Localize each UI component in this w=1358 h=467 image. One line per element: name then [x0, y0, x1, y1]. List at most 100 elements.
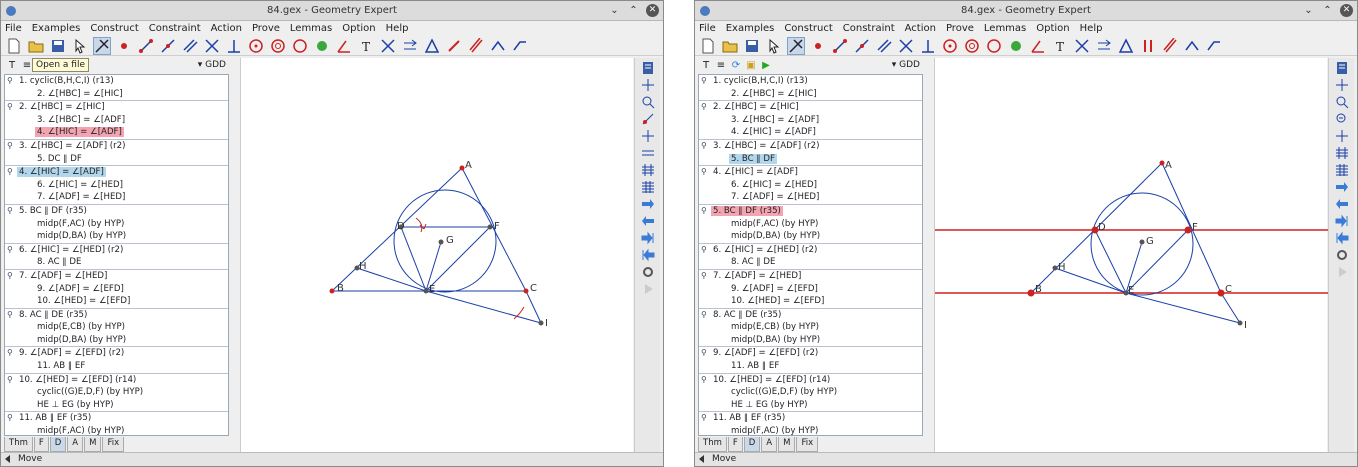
- pin-icon[interactable]: ⚲: [7, 374, 13, 387]
- step-back-icon[interactable]: [639, 247, 657, 262]
- point-A[interactable]: [1159, 160, 1165, 166]
- intersect-tool-icon[interactable]: [203, 37, 221, 55]
- menu-construct[interactable]: Construct: [784, 23, 832, 34]
- proof-substep[interactable]: 8. AC ∥ DE: [5, 256, 228, 269]
- menu-construct[interactable]: Construct: [90, 23, 138, 34]
- new-file-icon[interactable]: [699, 37, 717, 55]
- updown-tool-icon[interactable]: [1139, 37, 1157, 55]
- menu-help[interactable]: Help: [1080, 23, 1103, 34]
- proof-substep[interactable]: 2. ∠[HBC] = ∠[HIC]: [699, 88, 922, 101]
- refresh-icon[interactable]: ⟳: [730, 60, 742, 72]
- menu-option[interactable]: Option: [342, 23, 375, 34]
- perpendicular-tool-icon[interactable]: [919, 37, 937, 55]
- open-file-icon[interactable]: [27, 37, 45, 55]
- more-tools-icon[interactable]: [1205, 37, 1223, 55]
- proof-substep[interactable]: 3. ∠[HBC] = ∠[ADF]: [699, 114, 922, 127]
- proof-step[interactable]: ⚲ 2. ∠[HBC] = ∠[HIC]: [699, 101, 922, 114]
- menu-constraint[interactable]: Constraint: [843, 23, 895, 34]
- proof-substep[interactable]: cyclic((G)E,D,F) (by HYP): [5, 386, 228, 399]
- point-H[interactable]: [1052, 265, 1058, 271]
- pin-icon[interactable]: ⚲: [7, 166, 13, 179]
- play-icon[interactable]: [639, 281, 657, 296]
- point-F[interactable]: [487, 224, 493, 230]
- tab-a[interactable]: A: [761, 437, 778, 452]
- pin-icon[interactable]: ⚲: [7, 412, 13, 425]
- minimize-icon[interactable]: ⌄: [608, 4, 621, 17]
- proof-substep[interactable]: HE ⊥ EG (by HYP): [5, 399, 228, 412]
- proof-step[interactable]: ⚲ 4. ∠[HIC] = ∠[ADF]: [5, 166, 228, 179]
- proof-substep[interactable]: 6. ∠[HIC] = ∠[HED]: [5, 179, 228, 192]
- proof-substep[interactable]: 2. ∠[HBC] = ∠[HIC]: [5, 88, 228, 101]
- tab-f[interactable]: F: [33, 437, 49, 452]
- proof-substep[interactable]: 5. BC ∥ DF: [699, 153, 922, 166]
- circle-r-tool-icon[interactable]: [291, 37, 309, 55]
- tab-thm[interactable]: Thm: [698, 437, 727, 452]
- equal-icon[interactable]: [639, 145, 657, 160]
- book-icon[interactable]: [1333, 60, 1351, 75]
- close-icon[interactable]: ✕: [646, 4, 659, 17]
- proof-substep[interactable]: midp(D,BA) (by HYP): [5, 334, 228, 347]
- move-icon[interactable]: [1333, 77, 1351, 92]
- menu-lemmas[interactable]: Lemmas: [290, 23, 332, 34]
- menu-prove[interactable]: Prove: [252, 23, 280, 34]
- point-C[interactable]: [523, 288, 529, 294]
- back-icon[interactable]: [639, 213, 657, 228]
- pin-icon[interactable]: ⚲: [7, 75, 13, 88]
- polygon-fill-icon[interactable]: [1007, 37, 1025, 55]
- triangle-tool-icon[interactable]: [423, 37, 441, 55]
- pin-icon[interactable]: ⚲: [7, 205, 13, 218]
- proof-substep[interactable]: midp(F,AC) (by HYP): [699, 218, 922, 231]
- pin-icon[interactable]: ⚲: [701, 412, 707, 425]
- equal-segment-icon[interactable]: [1161, 37, 1179, 55]
- proof-substep[interactable]: 6. ∠[HIC] = ∠[HED]: [699, 179, 922, 192]
- angle-tool-icon[interactable]: [1029, 37, 1047, 55]
- theorem-icon[interactable]: T: [700, 60, 712, 72]
- step-back-icon[interactable]: [1333, 230, 1351, 245]
- proof-substep[interactable]: midp(E,CB) (by HYP): [699, 321, 922, 334]
- proof-step[interactable]: ⚲ 11. AB ∥ EF (r35): [699, 412, 922, 425]
- polygon-fill-icon[interactable]: [313, 37, 331, 55]
- proof-substep[interactable]: 3. ∠[HBC] = ∠[ADF]: [5, 114, 228, 127]
- proof-step[interactable]: ⚲ 6. ∠[HIC] = ∠[HED] (r2): [5, 244, 228, 257]
- pin-icon[interactable]: ⚲: [701, 205, 707, 218]
- proof-substep[interactable]: 7. ∠[ADF] = ∠[HED]: [5, 191, 228, 204]
- grid-fine-icon[interactable]: [639, 179, 657, 194]
- proof-substep[interactable]: 7. ∠[ADF] = ∠[HED]: [699, 191, 922, 204]
- pin-icon[interactable]: ⚲: [7, 309, 13, 322]
- tab-fix[interactable]: Fix: [796, 437, 819, 452]
- angle-mark-icon[interactable]: [489, 37, 507, 55]
- proof-substep[interactable]: midp(D,BA) (by HYP): [5, 230, 228, 243]
- triangle-tool-icon[interactable]: [1117, 37, 1135, 55]
- tab-fix[interactable]: Fix: [102, 437, 125, 452]
- tab-m[interactable]: M: [778, 437, 796, 452]
- proof-step[interactable]: ⚲ 6. ∠[HIC] = ∠[HED] (r2): [699, 244, 922, 257]
- circle-tool-icon[interactable]: [941, 37, 959, 55]
- point-B[interactable]: [1027, 289, 1035, 297]
- proof-step[interactable]: ⚲ 3. ∠[HBC] = ∠[ADF] (r2): [699, 140, 922, 153]
- select-cursor-icon[interactable]: [765, 37, 783, 55]
- pin-icon[interactable]: ⚲: [701, 270, 707, 283]
- proof-step[interactable]: ⚲ 4. ∠[HIC] = ∠[ADF]: [699, 166, 922, 179]
- point-I[interactable]: [1237, 320, 1243, 326]
- close-icon[interactable]: ✕: [1340, 4, 1353, 17]
- proof-substep[interactable]: 11. AB ∥ EF: [5, 360, 228, 373]
- tab-d[interactable]: D: [743, 437, 761, 452]
- zoom-out-icon[interactable]: [639, 111, 657, 126]
- open-file-icon[interactable]: [721, 37, 739, 55]
- intersect-tool-icon[interactable]: [897, 37, 915, 55]
- tangent-tool-icon[interactable]: [1073, 37, 1091, 55]
- select-cursor-icon[interactable]: [71, 37, 89, 55]
- prover-select[interactable]: ▾ GDD: [892, 60, 920, 70]
- proof-substep[interactable]: midp(F,AC) (by HYP): [5, 218, 228, 231]
- tab-m[interactable]: M: [84, 437, 102, 452]
- menu-action[interactable]: Action: [905, 23, 936, 34]
- point-F[interactable]: [1184, 226, 1192, 234]
- point-E[interactable]: [423, 288, 429, 294]
- proof-step[interactable]: ⚲ 3. ∠[HBC] = ∠[ADF] (r2): [5, 140, 228, 153]
- move-tool-icon[interactable]: [93, 36, 111, 55]
- proof-substep[interactable]: 4. ∠[HIC] = ∠[ADF]: [699, 126, 922, 139]
- zoom-in-icon[interactable]: [1333, 94, 1351, 109]
- arrow-tool-icon[interactable]: [1095, 37, 1113, 55]
- back-icon[interactable]: [1333, 196, 1351, 211]
- equal-segment-icon[interactable]: [467, 37, 485, 55]
